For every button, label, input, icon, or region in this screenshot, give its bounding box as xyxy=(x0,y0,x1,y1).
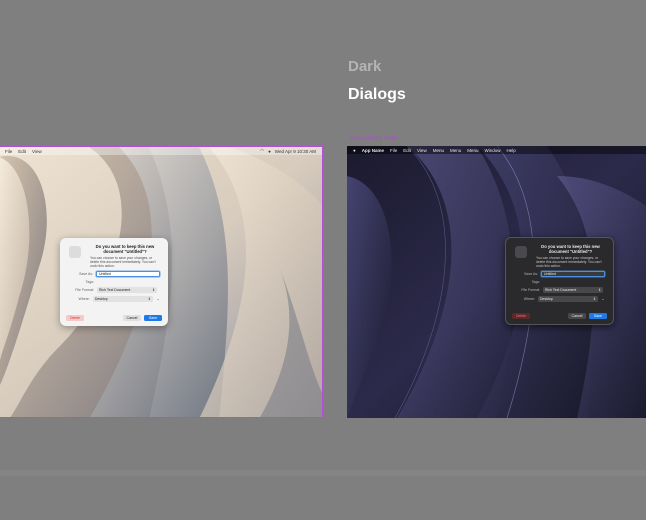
save-button[interactable]: Save xyxy=(144,315,162,321)
save-button[interactable]: Save xyxy=(589,313,607,319)
delete-button[interactable]: Delete xyxy=(66,315,84,321)
chevron-updown-icon: ⇕ xyxy=(598,288,601,292)
control-center-icon[interactable]: ● xyxy=(268,149,271,154)
menu-help[interactable]: Help xyxy=(507,148,516,153)
menu-window[interactable]: Window xyxy=(485,148,501,153)
where-label: Where: xyxy=(523,297,535,301)
clock[interactable]: Wed Apr 9 10:30 AM xyxy=(275,149,316,154)
menu-app-name[interactable]: App Name xyxy=(362,148,384,153)
dialog-message: You can choose to save your changes, or … xyxy=(90,256,156,268)
menu-view[interactable]: View xyxy=(417,148,427,153)
file-format-select[interactable]: Rich Text Document ⇕ xyxy=(543,287,603,293)
frame-label[interactable]: Save Dialog Dark xyxy=(350,136,397,142)
expand-chevron-icon[interactable]: ⌄ xyxy=(156,296,160,302)
save-dialog-dark: Do you want to keep this new document "U… xyxy=(505,237,614,325)
menu-item[interactable]: Menu xyxy=(433,148,444,153)
apple-icon[interactable]: ● xyxy=(353,148,356,153)
menu-edit[interactable]: Edit xyxy=(18,149,26,154)
file-format-label: File Format: xyxy=(521,288,540,292)
dialog-title: Do you want to keep this new document "U… xyxy=(541,244,600,254)
where-label: Where: xyxy=(78,297,90,301)
tags-label: Tags: xyxy=(85,280,94,284)
divider xyxy=(0,470,646,476)
cancel-button[interactable]: Cancel xyxy=(568,313,586,319)
file-format-value: Rich Text Document xyxy=(99,288,131,292)
menu-item[interactable]: Menu xyxy=(450,148,461,153)
section-title: Dialogs xyxy=(348,86,406,103)
cancel-button[interactable]: Cancel xyxy=(123,315,141,321)
where-value: Desktop xyxy=(94,297,108,301)
section-subtitle: Dark xyxy=(348,58,382,75)
save-as-input[interactable]: Untitled xyxy=(541,271,605,277)
delete-button[interactable]: Delete xyxy=(512,313,530,319)
chevron-updown-icon: ⇕ xyxy=(593,297,596,301)
light-screen-frame[interactable]: File Edit View ◠ ● Wed Apr 9 10:30 AM Do… xyxy=(0,146,323,418)
menu-view[interactable]: View xyxy=(32,149,42,154)
menu-file[interactable]: File xyxy=(5,149,12,154)
save-as-label: Save As: xyxy=(524,272,538,276)
app-icon xyxy=(69,246,81,258)
file-format-value: Rich Text Document xyxy=(545,288,577,292)
dialog-message: You can choose to save your changes, or … xyxy=(536,256,602,268)
save-dialog-light: Do you want to keep this new document "U… xyxy=(60,238,168,326)
chevron-updown-icon: ⇕ xyxy=(152,288,155,292)
dark-screen-frame[interactable]: ● App Name File Edit View Menu Menu Menu… xyxy=(347,146,646,418)
tags-label: Tags: xyxy=(531,280,540,284)
dark-menubar: ● App Name File Edit View Menu Menu Menu… xyxy=(347,146,646,154)
wifi-icon[interactable]: ◠ xyxy=(260,148,264,154)
menu-file[interactable]: File xyxy=(390,148,397,153)
save-as-input[interactable]: Untitled xyxy=(96,271,160,277)
where-value: Desktop xyxy=(539,297,553,301)
where-select[interactable]: Desktop ⇕ xyxy=(537,296,598,302)
app-icon xyxy=(515,246,527,258)
save-as-label: Save As: xyxy=(79,272,93,276)
dialog-title: Do you want to keep this new document "U… xyxy=(95,244,155,254)
file-format-label: File Format: xyxy=(75,288,94,292)
where-select[interactable]: Desktop ⇕ xyxy=(92,296,153,302)
light-menubar: File Edit View ◠ ● Wed Apr 9 10:30 AM xyxy=(0,147,322,155)
chevron-updown-icon: ⇕ xyxy=(147,297,151,301)
expand-chevron-icon[interactable]: ⌄ xyxy=(601,296,605,302)
menu-edit[interactable]: Edit xyxy=(403,148,411,153)
menu-item[interactable]: Menu xyxy=(467,148,478,153)
file-format-select[interactable]: Rich Text Document ⇕ xyxy=(97,287,157,293)
